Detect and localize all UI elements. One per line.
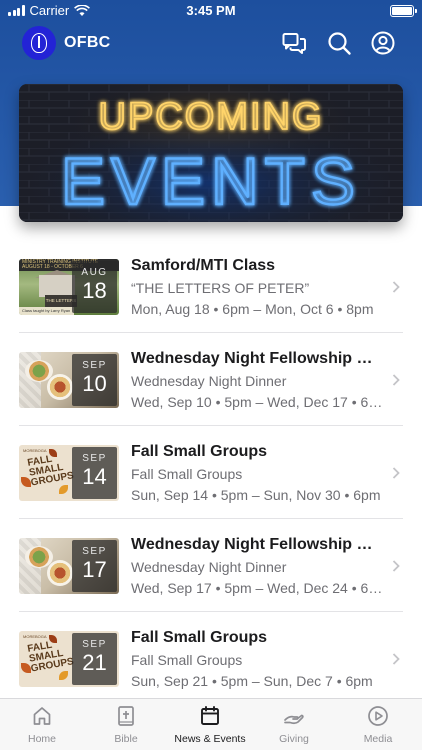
event-subtitle: “THE LETTERS OF PETER” xyxy=(131,280,310,296)
app-header: OFBC xyxy=(0,26,422,62)
event-datetime: Sun, Sep 21 • 5pm – Sun, Dec 7 • 6pm xyxy=(131,673,373,689)
date-month: SEP xyxy=(82,453,107,464)
date-month: SEP xyxy=(82,639,107,650)
event-subtitle: Wednesday Night Dinner xyxy=(131,559,287,575)
status-bar: Carrier 3:45 PM xyxy=(0,0,422,22)
event-thumbnail: MINISTRY TRAINING INSTITUTE AUGUST 18 - O… xyxy=(19,259,119,315)
tab-bible[interactable]: Bible xyxy=(84,705,168,745)
event-datetime: Wed, Sep 10 • 5pm – Wed, Dec 17 • 6pm xyxy=(131,394,383,410)
date-day: 14 xyxy=(82,464,107,489)
date-badge: SEP 14 xyxy=(72,447,117,499)
tab-giving[interactable]: Giving xyxy=(252,705,336,745)
bible-icon xyxy=(118,706,134,726)
home-icon xyxy=(33,707,51,725)
tab-label: News & Events xyxy=(174,733,246,745)
play-icon xyxy=(368,706,388,726)
date-badge: SEP 21 xyxy=(72,633,117,685)
giving-icon xyxy=(284,714,304,725)
event-thumbnail: MOREBOGA FALL SMALL GROUPS SEP 21 xyxy=(19,631,119,687)
event-subtitle: Fall Small Groups xyxy=(131,652,243,668)
tab-label: Bible xyxy=(114,733,138,745)
tab-label: Media xyxy=(363,733,393,745)
app-title: OFBC xyxy=(64,34,111,51)
tab-bar: Home Bible News & Events Giving Media xyxy=(0,698,422,750)
event-thumbnail: SEP 10 xyxy=(19,352,119,408)
chevron-right-icon xyxy=(392,559,400,575)
thumb-text: MOREBOGA xyxy=(23,448,47,453)
date-month: SEP xyxy=(82,546,107,557)
date-day: 10 xyxy=(82,371,107,396)
event-item[interactable]: SEP 10 Wednesday Night Fellowship Dinner… xyxy=(0,333,422,426)
banner-line2: EVENTS xyxy=(61,144,361,218)
chevron-right-icon xyxy=(392,280,400,296)
tab-label: Giving xyxy=(279,733,309,745)
date-month: AUG xyxy=(81,267,108,278)
event-item[interactable]: MOREBOGA FALL SMALL GROUPS SEP 14 Fall Sma… xyxy=(0,426,422,519)
event-item[interactable]: MOREBOGA FALL SMALL GROUPS SEP 21 Fall Sma… xyxy=(0,612,422,705)
tab-news-events[interactable]: News & Events xyxy=(168,705,252,745)
event-title: Samford/MTI Class xyxy=(131,257,276,274)
event-datetime: Wed, Sep 17 • 5pm – Wed, Dec 24 • 6pm xyxy=(131,580,383,596)
date-month: SEP xyxy=(82,360,107,371)
chevron-right-icon xyxy=(392,652,400,668)
event-title: Wednesday Night Fellowship Dinner xyxy=(131,350,381,367)
event-subtitle: Fall Small Groups xyxy=(131,466,243,482)
date-badge: AUG 18 xyxy=(72,261,117,313)
event-title: Wednesday Night Fellowship Dinner xyxy=(131,536,381,553)
thumb-text: MOREBOGA xyxy=(23,634,47,639)
tab-home[interactable]: Home xyxy=(0,705,84,745)
chevron-right-icon xyxy=(392,373,400,389)
battery-icon xyxy=(390,5,417,17)
date-day: 21 xyxy=(82,650,107,675)
event-title: Fall Small Groups xyxy=(131,443,268,460)
banner-line1: UPCOMING xyxy=(99,96,324,138)
event-subtitle: Wednesday Night Dinner xyxy=(131,373,287,389)
thumb-text: Class taught by Larry Ryan at FBC xyxy=(19,307,74,315)
messages-icon[interactable] xyxy=(281,30,307,56)
date-day: 18 xyxy=(82,278,107,303)
logo-icon[interactable] xyxy=(22,26,56,60)
date-badge: SEP 10 xyxy=(72,354,117,406)
tab-media[interactable]: Media xyxy=(336,705,420,745)
tab-label: Home xyxy=(27,733,56,745)
calendar-icon xyxy=(201,706,219,725)
chevron-right-icon xyxy=(392,466,400,482)
event-title: Fall Small Groups xyxy=(131,629,268,646)
search-icon[interactable] xyxy=(326,30,352,56)
event-thumbnail: SEP 17 xyxy=(19,538,119,594)
date-day: 17 xyxy=(82,557,107,582)
event-item[interactable]: SEP 17 Wednesday Night Fellowship Dinner… xyxy=(0,519,422,612)
date-badge: SEP 17 xyxy=(72,540,117,592)
profile-icon[interactable] xyxy=(370,30,396,56)
event-item[interactable]: MINISTRY TRAINING INSTITUTE AUGUST 18 - O… xyxy=(0,240,422,333)
upcoming-events-banner[interactable]: UPCOMING EVENTS xyxy=(19,84,403,222)
event-thumbnail: MOREBOGA FALL SMALL GROUPS SEP 14 xyxy=(19,445,119,501)
event-datetime: Sun, Sep 14 • 5pm – Sun, Nov 30 • 6pm xyxy=(131,487,381,503)
status-time: 3:45 PM xyxy=(186,3,236,18)
event-datetime: Mon, Aug 18 • 6pm – Mon, Oct 6 • 8pm xyxy=(131,301,374,317)
